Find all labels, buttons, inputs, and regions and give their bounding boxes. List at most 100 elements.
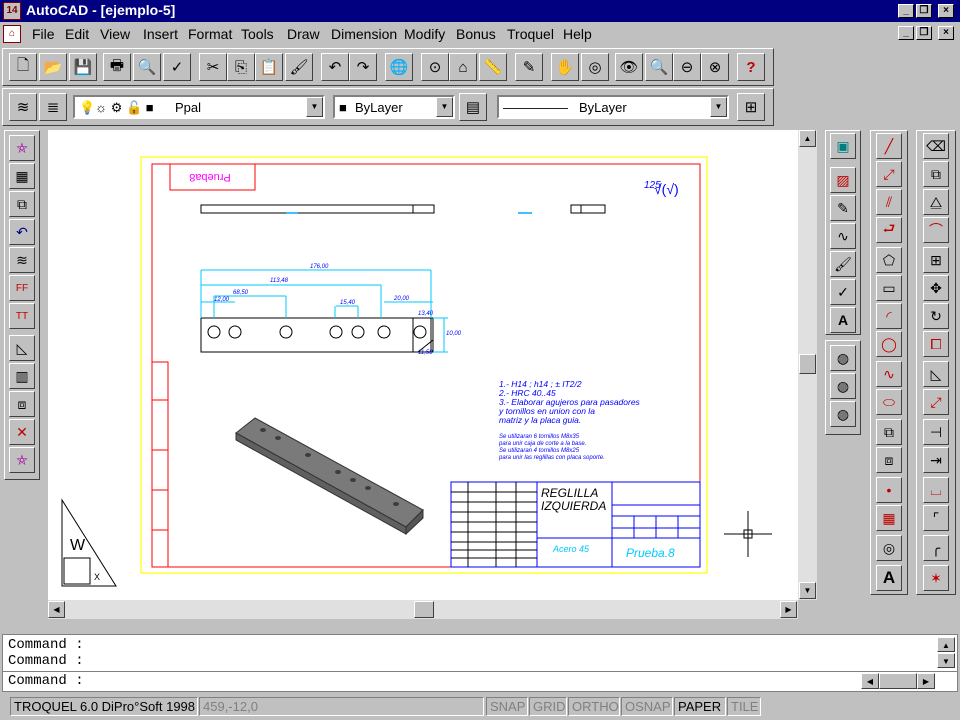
multiline-icon[interactable]: ⫽ bbox=[876, 189, 902, 215]
page-icon[interactable]: ◺ bbox=[9, 335, 35, 361]
zoom-previous-icon[interactable]: ⊗ bbox=[701, 53, 729, 81]
menu-draw[interactable]: Draw bbox=[287, 26, 320, 42]
insert-block-icon[interactable]: ⧈ bbox=[9, 391, 35, 417]
chevron-down-icon[interactable]: ▼ bbox=[436, 97, 453, 117]
make-block-icon[interactable]: ⧈ bbox=[876, 447, 902, 473]
status-paper-toggle[interactable]: PAPER bbox=[674, 697, 726, 716]
block-icon[interactable]: ⧉ bbox=[9, 191, 35, 217]
polyline-icon[interactable]: ⮐ bbox=[876, 217, 902, 243]
doc-restore-button[interactable]: ❐ bbox=[916, 26, 932, 40]
menu-tools[interactable]: Tools bbox=[241, 26, 274, 42]
move-icon[interactable]: ✥ bbox=[923, 275, 949, 301]
properties-tool-icon[interactable]: ▣ bbox=[830, 133, 856, 159]
save-icon[interactable]: 💾 bbox=[69, 53, 97, 81]
command-horizontal-thumb[interactable] bbox=[879, 673, 917, 689]
command-window[interactable]: Command : Command : Command : ▲ ▼ ◀ ▶ bbox=[2, 634, 958, 692]
layer-control-dropdown[interactable]: 💡☼ ⚙ 🔓 ■ Ppal ▼ bbox=[73, 95, 325, 119]
troquel-icon[interactable]: ⛤ bbox=[9, 135, 35, 161]
scroll-left-arrow-icon[interactable]: ◀ bbox=[48, 601, 65, 618]
undo-tool-icon[interactable]: ↶ bbox=[9, 219, 35, 245]
line-icon[interactable]: ╱ bbox=[876, 133, 902, 159]
copy-object-icon[interactable]: ⧉ bbox=[923, 161, 949, 187]
pan-icon[interactable]: ✋ bbox=[551, 53, 579, 81]
explode-icon[interactable]: ✕ bbox=[9, 419, 35, 445]
stamp-icon[interactable]: ⛤ bbox=[9, 447, 35, 473]
fillet-icon[interactable]: ╭ bbox=[923, 535, 949, 561]
print-icon[interactable]: 🖶 bbox=[103, 53, 131, 81]
horizontal-scrollbar[interactable]: ◀ ▶ bbox=[48, 600, 798, 619]
print-preview-icon[interactable]: 🔍 bbox=[133, 53, 161, 81]
region-icon[interactable]: ◎ bbox=[876, 535, 902, 561]
circle-icon[interactable]: ◯ bbox=[876, 331, 902, 357]
doc-close-button[interactable]: × bbox=[938, 26, 954, 40]
app-minimize-button[interactable]: _ bbox=[898, 4, 914, 18]
vertical-scroll-thumb[interactable] bbox=[799, 354, 816, 374]
command-scroll-left-icon[interactable]: ◀ bbox=[861, 673, 879, 689]
command-scroll-up-icon[interactable]: ▲ bbox=[937, 637, 955, 652]
menu-format[interactable]: Format bbox=[188, 26, 232, 42]
make-layer-current-icon[interactable]: ≣ bbox=[39, 93, 67, 121]
menu-insert[interactable]: Insert bbox=[143, 26, 178, 42]
status-tile-toggle[interactable]: TILE bbox=[727, 697, 761, 716]
ellipse-icon[interactable]: ⬭ bbox=[876, 389, 902, 415]
aerial-view-icon[interactable]: ◎ bbox=[581, 53, 609, 81]
launch-browser-icon[interactable]: 🌐 bbox=[385, 53, 413, 81]
extend-icon[interactable]: ⇥ bbox=[923, 447, 949, 473]
menu-view[interactable]: View bbox=[100, 26, 130, 42]
undo-icon[interactable]: ↶ bbox=[321, 53, 349, 81]
status-osnap-toggle[interactable]: OSNAP bbox=[621, 697, 673, 716]
trim-icon[interactable]: ⊣ bbox=[923, 419, 949, 445]
pencil-icon[interactable]: ✎ bbox=[830, 195, 856, 221]
sketch-icon[interactable]: ∿ bbox=[830, 223, 856, 249]
rectangle-icon[interactable]: ▭ bbox=[876, 275, 902, 301]
command-prompt[interactable]: Command : bbox=[8, 673, 84, 689]
color-control-dropdown[interactable]: ■ ByLayer ▼ bbox=[333, 95, 455, 119]
hatch-icon[interactable]: ▨ bbox=[830, 167, 856, 193]
status-snap-toggle[interactable]: SNAP bbox=[486, 697, 528, 716]
ucs-icon[interactable]: ⌂ bbox=[449, 53, 477, 81]
layers-icon[interactable]: ≋ bbox=[9, 93, 37, 121]
chamfer-icon[interactable]: ⌜ bbox=[923, 505, 949, 531]
help-icon[interactable]: ? bbox=[737, 53, 765, 81]
layout-icon[interactable]: ▥ bbox=[9, 363, 35, 389]
grid-tool-icon[interactable]: ▦ bbox=[9, 163, 35, 189]
lengthen-icon[interactable]: ⤢ bbox=[923, 389, 949, 415]
zoom-realtime-icon[interactable]: 🔍 bbox=[645, 53, 673, 81]
horizontal-scroll-thumb[interactable] bbox=[414, 601, 434, 618]
spelling-icon[interactable]: ✓ bbox=[163, 53, 191, 81]
linetype-control-dropdown[interactable]: ————— ByLayer ▼ bbox=[497, 95, 729, 119]
properties-icon[interactable]: ⊞ bbox=[737, 93, 765, 121]
match-properties-icon[interactable]: 🖌 bbox=[285, 53, 313, 81]
paste-icon[interactable]: 📋 bbox=[255, 53, 283, 81]
status-grid-toggle[interactable]: GRID bbox=[529, 697, 567, 716]
redraw-icon[interactable]: ✎ bbox=[515, 53, 543, 81]
cylinder-1-icon[interactable]: ◍ bbox=[830, 345, 856, 371]
named-views-icon[interactable]: 👁 bbox=[615, 53, 643, 81]
app-restore-button[interactable]: ❐ bbox=[916, 4, 932, 18]
mirror-icon[interactable]: ⧋ bbox=[923, 189, 949, 215]
brush-icon[interactable]: 🖌 bbox=[830, 251, 856, 277]
shield-check-icon[interactable]: ✓ bbox=[830, 279, 856, 305]
scroll-down-arrow-icon[interactable]: ▼ bbox=[799, 582, 816, 599]
menu-help[interactable]: Help bbox=[563, 26, 592, 42]
tt-dimension-icon[interactable]: TT bbox=[9, 303, 35, 329]
menu-dimension[interactable]: Dimension bbox=[331, 26, 397, 42]
ff-dimension-icon[interactable]: FF bbox=[9, 275, 35, 301]
hatch-draw-icon[interactable]: ▦ bbox=[876, 505, 902, 531]
command-scroll-down-icon[interactable]: ▼ bbox=[937, 653, 955, 668]
autocad-app-icon[interactable]: 14 bbox=[3, 2, 21, 20]
menu-modify[interactable]: Modify bbox=[404, 26, 445, 42]
vertical-scrollbar[interactable]: ▲ ▼ bbox=[798, 130, 817, 600]
explode-tool-icon[interactable]: ✶ bbox=[923, 565, 949, 591]
app-close-button[interactable]: × bbox=[938, 4, 954, 18]
copy-icon[interactable]: ⎘ bbox=[227, 53, 255, 81]
status-ortho-toggle[interactable]: ORTHO bbox=[568, 697, 620, 716]
zoom-window-icon[interactable]: ⊖ bbox=[673, 53, 701, 81]
erase-icon[interactable]: ⌫ bbox=[923, 133, 949, 159]
open-icon[interactable]: 📂 bbox=[39, 53, 67, 81]
insert-block-tool-icon[interactable]: ⧉ bbox=[876, 419, 902, 445]
object-snap-icon[interactable]: ⊙ bbox=[421, 53, 449, 81]
menu-troquel[interactable]: Troquel bbox=[507, 26, 554, 42]
offset-icon[interactable]: ⌒ bbox=[923, 217, 949, 243]
chevron-down-icon[interactable]: ▼ bbox=[306, 97, 323, 117]
